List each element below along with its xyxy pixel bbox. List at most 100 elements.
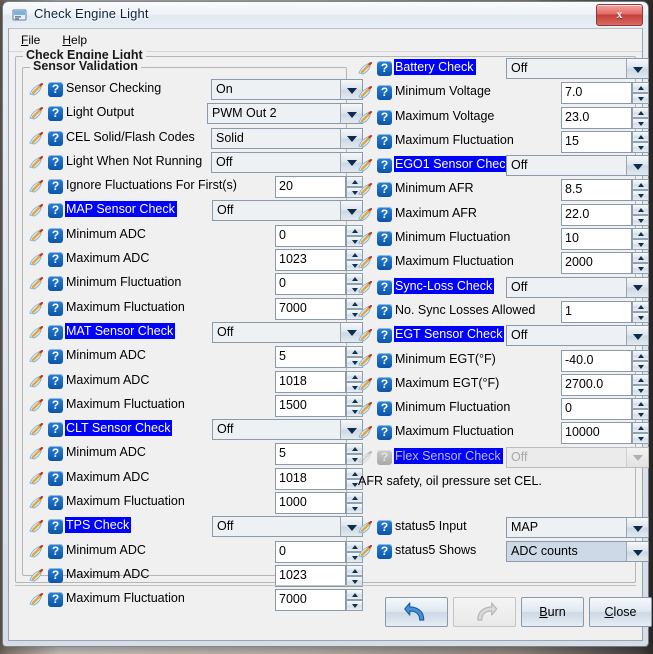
help-question-icon[interactable]: ? bbox=[377, 231, 392, 247]
help-question-icon[interactable]: ? bbox=[48, 495, 63, 511]
dropdown-sync-loss-check[interactable]: Off bbox=[506, 276, 649, 298]
help-question-icon[interactable]: ? bbox=[48, 154, 63, 170]
spinner-increment-button[interactable] bbox=[632, 398, 649, 410]
spinner-input[interactable]: 10 bbox=[561, 228, 632, 251]
spinner-maximum-adc[interactable]: 1018 bbox=[275, 370, 363, 393]
spinner-maximum-adc[interactable]: 1018 bbox=[275, 467, 363, 490]
spinner-input[interactable]: 1023 bbox=[275, 564, 346, 587]
spinner-input[interactable]: -40.0 bbox=[561, 349, 632, 372]
help-question-icon[interactable]: ? bbox=[48, 203, 63, 219]
spinner-no-sync-losses-allowed[interactable]: 1 bbox=[561, 300, 649, 323]
spinner-maximum-egtf[interactable]: 2700.0 bbox=[561, 373, 649, 396]
spinner-input[interactable]: 1018 bbox=[275, 467, 346, 490]
spinner-maximum-fluctuation[interactable]: 10000 bbox=[561, 422, 649, 445]
spinner-maximum-voltage[interactable]: 23.0 bbox=[561, 106, 649, 129]
spinner-maximum-adc[interactable]: 1023 bbox=[275, 564, 363, 587]
spinner-input[interactable]: 23.0 bbox=[561, 106, 632, 129]
spinner-decrement-button[interactable] bbox=[632, 433, 649, 445]
help-question-icon[interactable]: ? bbox=[377, 520, 392, 536]
chevron-down-icon[interactable] bbox=[626, 277, 648, 297]
menu-help[interactable]: Help bbox=[58, 31, 91, 49]
help-question-icon[interactable]: ? bbox=[48, 543, 63, 559]
help-question-icon[interactable]: ? bbox=[377, 182, 392, 198]
help-question-icon[interactable]: ? bbox=[377, 158, 392, 174]
spinner-decrement-button[interactable] bbox=[632, 263, 649, 275]
spinner-input[interactable]: 1000 bbox=[275, 492, 346, 515]
help-question-icon[interactable]: ? bbox=[48, 373, 63, 389]
spinner-input[interactable]: 10000 bbox=[561, 422, 632, 445]
spinner-increment-button[interactable] bbox=[632, 300, 649, 312]
spinner-ignore-fluctuations-for-firsts[interactable]: 20 bbox=[275, 176, 363, 199]
spinner-decrement-button[interactable] bbox=[632, 93, 649, 105]
spinner-maximum-fluctuation[interactable]: 7000 bbox=[275, 297, 363, 320]
dropdown-cel-solid-flash-codes[interactable]: Solid bbox=[211, 127, 363, 149]
spinner-increment-button[interactable] bbox=[632, 228, 649, 240]
spinner-input[interactable]: 2000 bbox=[561, 252, 632, 275]
spinner-maximum-fluctuation[interactable]: 1000 bbox=[275, 492, 363, 515]
help-question-icon[interactable]: ? bbox=[377, 449, 392, 465]
help-question-icon[interactable]: ? bbox=[48, 567, 63, 583]
help-question-icon[interactable]: ? bbox=[48, 82, 63, 97]
spinner-decrement-button[interactable] bbox=[632, 117, 649, 129]
title-bar[interactable]: Check Engine Light x bbox=[3, 2, 648, 28]
dropdown-egt-sensor-check[interactable]: Off bbox=[506, 325, 649, 347]
help-question-icon[interactable]: ? bbox=[377, 352, 392, 368]
spinner-input[interactable]: 20 bbox=[275, 176, 346, 199]
help-question-icon[interactable]: ? bbox=[377, 544, 392, 560]
spinner-decrement-button[interactable] bbox=[632, 360, 649, 372]
help-question-icon[interactable]: ? bbox=[48, 179, 63, 195]
help-question-icon[interactable]: ? bbox=[48, 397, 63, 413]
dropdown-ego1-sensor-check[interactable]: Off bbox=[506, 155, 649, 177]
spinner-input[interactable]: 0 bbox=[275, 224, 346, 247]
spinner-decrement-button[interactable] bbox=[632, 190, 649, 202]
spinner-input[interactable]: 8.5 bbox=[561, 179, 632, 202]
spinner-increment-button[interactable] bbox=[346, 564, 363, 576]
spinner-decrement-button[interactable] bbox=[632, 409, 649, 421]
window-close-button[interactable]: x bbox=[596, 4, 643, 26]
spinner-input[interactable]: 0 bbox=[561, 398, 632, 421]
spinner-minimum-fluctuation[interactable]: 0 bbox=[561, 398, 649, 421]
dropdown-light-when-not-running[interactable]: Off bbox=[211, 151, 363, 173]
spinner-input[interactable]: 22.0 bbox=[561, 203, 632, 226]
help-question-icon[interactable]: ? bbox=[377, 109, 392, 125]
close-button[interactable]: Close bbox=[589, 597, 652, 627]
spinner-input[interactable]: 1500 bbox=[275, 394, 346, 417]
spinner-decrement-button[interactable] bbox=[632, 311, 649, 323]
help-question-icon[interactable]: ? bbox=[48, 106, 63, 122]
spinner-increment-button[interactable] bbox=[632, 373, 649, 385]
spinner-input[interactable]: 5 bbox=[275, 443, 346, 466]
spinner-minimum-fluctuation[interactable]: 10 bbox=[561, 228, 649, 251]
help-question-icon[interactable]: ? bbox=[377, 401, 392, 417]
spinner-input[interactable]: 1018 bbox=[275, 370, 346, 393]
spinner-input[interactable]: 0 bbox=[275, 540, 346, 563]
spinner-input[interactable]: 1 bbox=[561, 300, 632, 323]
dropdown-mat-sensor-check[interactable]: Off bbox=[212, 321, 363, 343]
chevron-down-icon[interactable] bbox=[626, 518, 648, 538]
spinner-maximum-fluctuation[interactable]: 1500 bbox=[275, 394, 363, 417]
help-question-icon[interactable]: ? bbox=[48, 227, 63, 243]
spinner-increment-button[interactable] bbox=[632, 422, 649, 434]
dropdown-status5-shows[interactable]: ADC counts bbox=[506, 541, 649, 563]
help-question-icon[interactable]: ? bbox=[48, 349, 63, 365]
help-question-icon[interactable]: ? bbox=[377, 206, 392, 222]
spinner-minimum-afr[interactable]: 8.5 bbox=[561, 179, 649, 202]
spinner-input[interactable]: 1023 bbox=[275, 249, 346, 272]
spinner-maximum-afr[interactable]: 22.0 bbox=[561, 203, 649, 226]
spinner-minimum-adc[interactable]: 5 bbox=[275, 346, 363, 369]
dropdown-tps-check[interactable]: Off bbox=[212, 516, 363, 538]
spinner-minimum-fluctuation[interactable]: 0 bbox=[275, 273, 363, 296]
help-question-icon[interactable]: ? bbox=[377, 61, 392, 76]
help-question-icon[interactable]: ? bbox=[377, 255, 392, 271]
menu-file[interactable]: File bbox=[17, 31, 44, 49]
spinner-minimum-voltage[interactable]: 7.0 bbox=[561, 82, 649, 105]
help-question-icon[interactable]: ? bbox=[377, 133, 392, 149]
spinner-minimum-adc[interactable]: 0 bbox=[275, 540, 363, 563]
spinner-input[interactable]: 7000 bbox=[275, 297, 346, 320]
burn-button[interactable]: Burn bbox=[521, 597, 584, 627]
spinner-input[interactable]: 5 bbox=[275, 346, 346, 369]
chevron-down-icon[interactable] bbox=[626, 326, 648, 346]
spinner-minimum-adc[interactable]: 5 bbox=[275, 443, 363, 466]
spinner-increment-button[interactable] bbox=[632, 106, 649, 118]
dropdown-sensor-checking[interactable]: On bbox=[211, 79, 363, 100]
spinner-minimum-adc[interactable]: 0 bbox=[275, 224, 363, 247]
